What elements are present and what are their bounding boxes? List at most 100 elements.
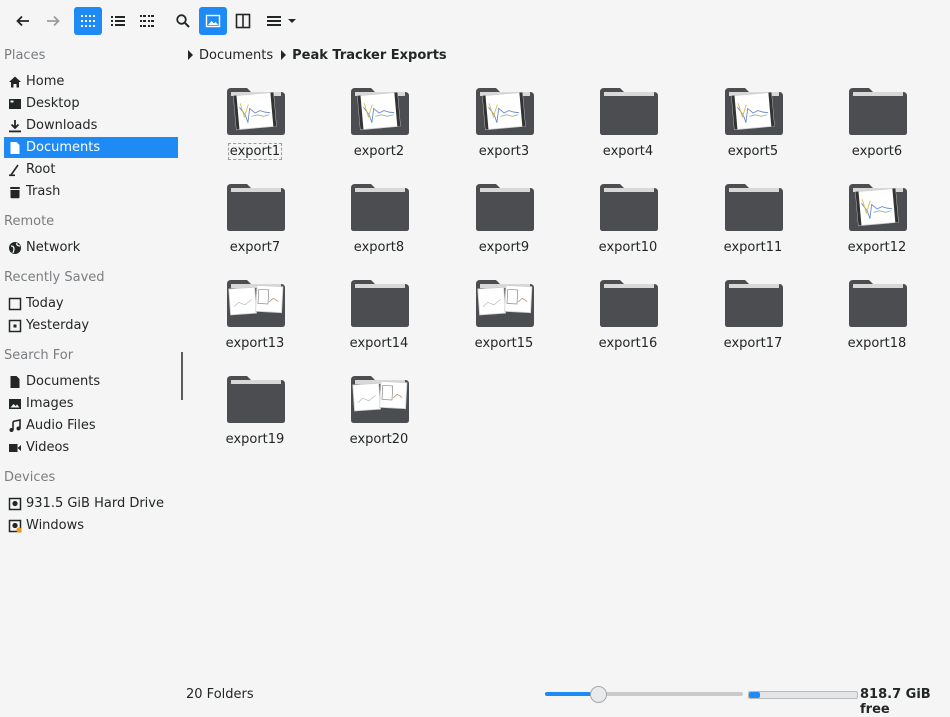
sidebar-item-yesterday[interactable]: Yesterday [4,315,178,336]
folder-name: export13 [193,336,317,351]
folder-item[interactable]: export4 [566,80,690,170]
icons-view-button[interactable] [74,7,102,35]
folder-item[interactable]: export1 [193,80,317,170]
folder-name-text: export11 [723,240,783,255]
folder-icon [849,184,907,231]
folder-name-text: export10 [598,240,658,255]
folder-item[interactable]: export8 [317,176,441,266]
split-view-icon [235,13,251,29]
sidebar-item-documents[interactable]: Documents [4,137,178,158]
hamburger-icon [267,16,281,26]
folder-item[interactable]: export17 [691,272,815,362]
root-icon [4,163,26,177]
folder-item[interactable]: export5 [691,80,815,170]
music-icon [4,418,26,433]
sidebar-item-root[interactable]: Root [4,159,178,180]
folder-icon [227,376,285,423]
folder-item[interactable]: export12 [815,176,939,266]
places-heading: Places [4,48,46,63]
compact-view-icon [140,15,154,27]
forward-button[interactable] [39,7,67,35]
folder-icon [725,280,783,327]
sidebar-item-windows[interactable]: Windows [4,515,178,536]
toolbar [0,0,950,42]
back-button[interactable] [9,7,37,35]
folder-item[interactable]: export18 [815,272,939,362]
details-view-button[interactable] [104,7,132,35]
sidebar-item-search-images[interactable]: Images [4,393,178,414]
sidebar-item-today[interactable]: Today [4,293,178,314]
folder-icon [227,88,285,135]
trash-icon [4,185,26,199]
breadcrumb-current[interactable]: Peak Tracker Exports [292,48,447,63]
folder-name: export3 [442,144,566,159]
disk-space-used-fill [749,692,760,698]
sidebar-item-downloads[interactable]: Downloads [4,115,178,136]
sidebar-item-label: Documents [26,374,101,389]
folder-icon [725,88,783,135]
breadcrumb-item-documents[interactable]: Documents [199,48,273,63]
folder-name: export11 [691,240,815,255]
folder-item[interactable]: export2 [317,80,441,170]
folder-name: export10 [566,240,690,255]
video-icon [4,441,26,455]
sidebar-splitter-handle[interactable] [181,352,183,400]
sidebar-item-label: Home [26,74,65,89]
folder-name: export8 [317,240,441,255]
folder-name-text: export16 [598,336,658,351]
sidebar-item-trash[interactable]: Trash [4,181,178,202]
folder-icon [600,280,658,327]
folder-item[interactable]: export3 [442,80,566,170]
sidebar-item-search-videos[interactable]: Videos [4,437,178,458]
folder-item[interactable]: export19 [193,368,317,458]
folder-name-text: export6 [851,144,903,159]
folder-item[interactable]: export15 [442,272,566,362]
folder-name: export1 [193,143,317,160]
folder-item[interactable]: export6 [815,80,939,170]
sidebar-item-search-audio[interactable]: Audio Files [4,415,178,436]
sidebar-item-hard-drive[interactable]: 931.5 GiB Hard Drive [4,493,178,514]
icons-view-icon [81,15,95,27]
sidebar-item-label: Documents [26,140,101,155]
folder-name: export2 [317,144,441,159]
search-for-heading: Search For [4,348,74,363]
compact-view-button[interactable] [133,7,161,35]
sidebar-item-label: Network [26,240,81,255]
folder-name: export14 [317,336,441,351]
folder-icon [600,88,658,135]
search-button[interactable] [169,7,197,35]
sidebar-item-desktop[interactable]: Desktop [4,93,178,114]
folder-name-text: export2 [353,144,405,159]
list-view-icon [111,16,125,26]
folder-name-text: export9 [478,240,530,255]
folder-item[interactable]: export16 [566,272,690,362]
folder-item[interactable]: export14 [317,272,441,362]
sidebar-item-network[interactable]: Network [4,237,178,258]
desktop-icon [4,97,26,111]
preview-toggle-button[interactable] [199,7,227,35]
sidebar-item-home[interactable]: Home [4,71,178,92]
folder-icon [476,184,534,231]
download-icon [4,119,26,133]
folder-item[interactable]: export10 [566,176,690,266]
sidebar-item-label: 931.5 GiB Hard Drive [26,496,164,511]
folder-item[interactable]: export13 [193,272,317,362]
zoom-slider-handle[interactable] [590,686,607,703]
sidebar-item-label: Downloads [26,118,98,133]
sidebar-item-label: Images [26,396,74,411]
sidebar-item-search-documents[interactable]: Documents [4,371,178,392]
folder-name-text: export5 [727,144,779,159]
folder-item[interactable]: export20 [317,368,441,458]
folder-name: export19 [193,432,317,447]
folder-name-text: export17 [723,336,783,351]
split-view-button[interactable] [229,7,257,35]
home-icon [4,75,26,89]
folder-icon [849,280,907,327]
folder-name-text: export20 [349,432,409,447]
search-icon [176,14,190,28]
folder-name: export15 [442,336,566,351]
folder-item[interactable]: export7 [193,176,317,266]
folder-item[interactable]: export11 [691,176,815,266]
menu-button[interactable] [262,7,302,35]
folder-item[interactable]: export9 [442,176,566,266]
